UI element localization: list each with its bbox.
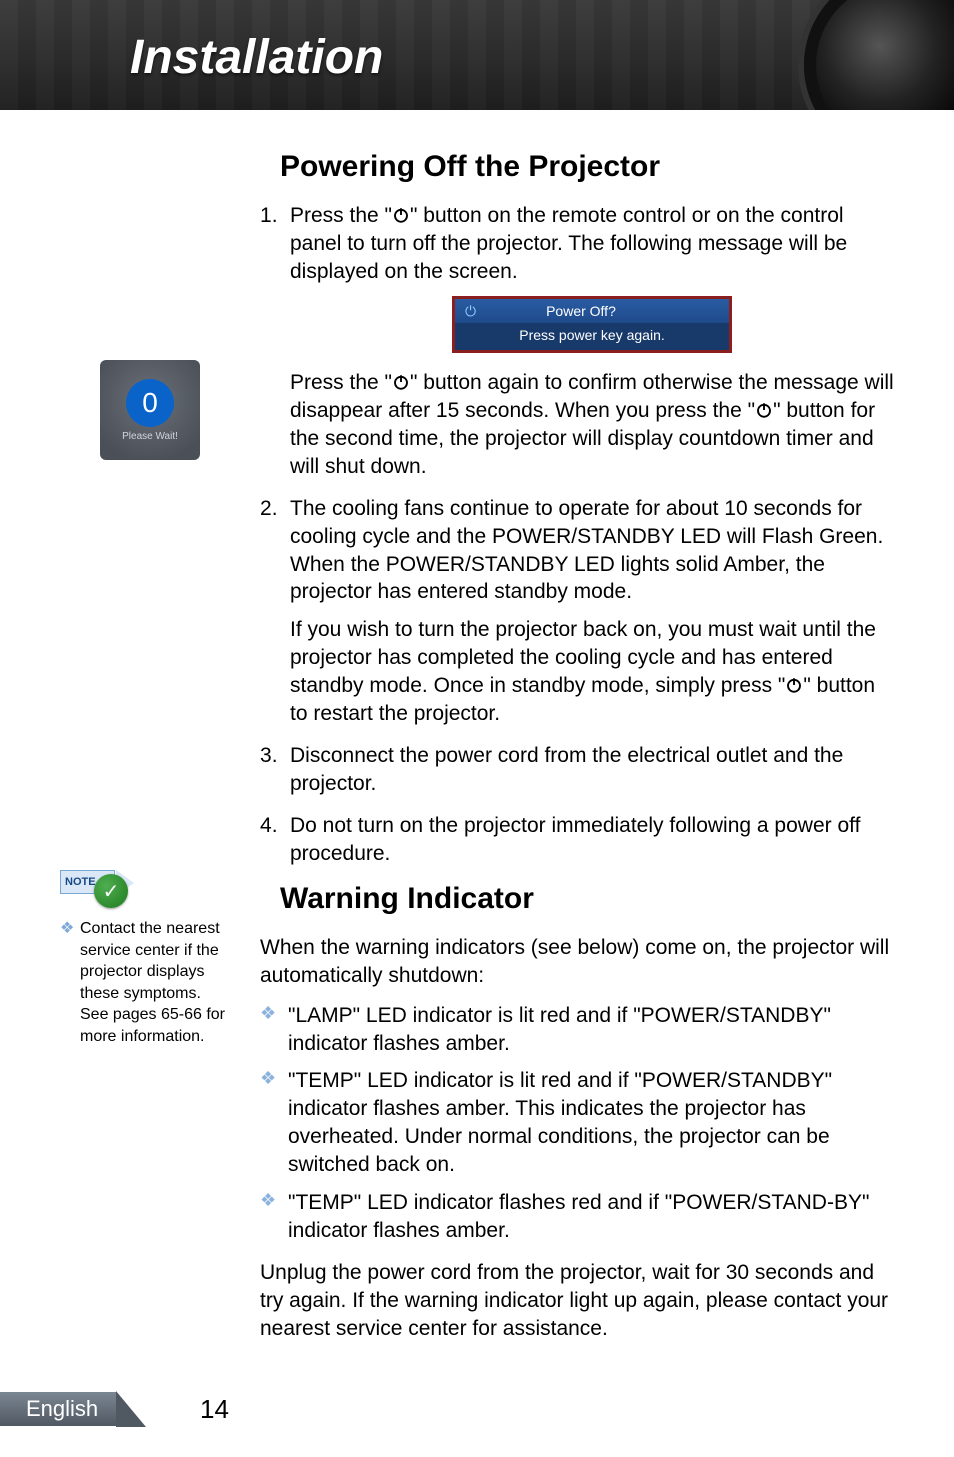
page-title: Installation xyxy=(130,30,383,85)
osd-line2: Press power key again. xyxy=(455,323,729,350)
power-icon xyxy=(392,206,410,224)
step-2: The cooling fans continue to operate for… xyxy=(260,495,894,728)
power-icon xyxy=(392,373,410,391)
step1-text-c: Press the " xyxy=(290,371,392,394)
section-heading-power-off: Powering Off the Projector xyxy=(280,150,894,184)
step2-text-a: The cooling fans continue to operate for… xyxy=(290,497,883,604)
step-1: Press the "" button on the remote contro… xyxy=(260,202,894,481)
power-icon: ⏻ xyxy=(465,302,476,321)
step-3: Disconnect the power cord from the elect… xyxy=(260,742,894,798)
warning-bullet-3: "TEMP" LED indicator flashes red and if … xyxy=(260,1189,894,1245)
power-icon xyxy=(785,676,803,694)
header-banner: Installation xyxy=(0,0,954,110)
warning-bullets: "LAMP" LED indicator is lit red and if "… xyxy=(260,1002,894,1245)
steps-list: Press the "" button on the remote contro… xyxy=(260,202,894,868)
warning-bullet-1: "LAMP" LED indicator is lit red and if "… xyxy=(260,1002,894,1058)
section-heading-warning: Warning Indicator xyxy=(280,882,894,916)
warning-bullet-2: "TEMP" LED indicator is lit red and if "… xyxy=(260,1067,894,1179)
footer-tab: English xyxy=(0,1391,146,1427)
page-footer: English 14 xyxy=(0,1385,954,1427)
warning-intro: When the warning indicators (see below) … xyxy=(260,934,894,990)
manual-page: Installation 0 Please Wait! NOTE ✓ ❖Cont… xyxy=(0,0,954,1457)
step1-text-a: Press the " xyxy=(290,204,392,227)
power-icon xyxy=(755,401,773,419)
warning-outro: Unplug the power cord from the projector… xyxy=(260,1259,894,1343)
osd-box: ⏻ Power Off? Press power key again. xyxy=(452,296,732,353)
osd-message: ⏻ Power Off? Press power key again. xyxy=(290,296,894,353)
page-number: 14 xyxy=(200,1394,229,1425)
osd-line1: Power Off? xyxy=(546,302,616,321)
step-4: Do not turn on the projector immediately… xyxy=(260,812,894,868)
footer-wedge xyxy=(116,1391,146,1427)
footer-language: English xyxy=(0,1392,116,1426)
osd-row-1: ⏻ Power Off? xyxy=(455,299,729,324)
step1-confirm: Press the "" button again to confirm oth… xyxy=(290,369,894,481)
step2-para2: If you wish to turn the projector back o… xyxy=(290,616,894,728)
main-content: Powering Off the Projector Press the "" … xyxy=(0,110,954,1375)
lens-graphic xyxy=(804,0,954,110)
